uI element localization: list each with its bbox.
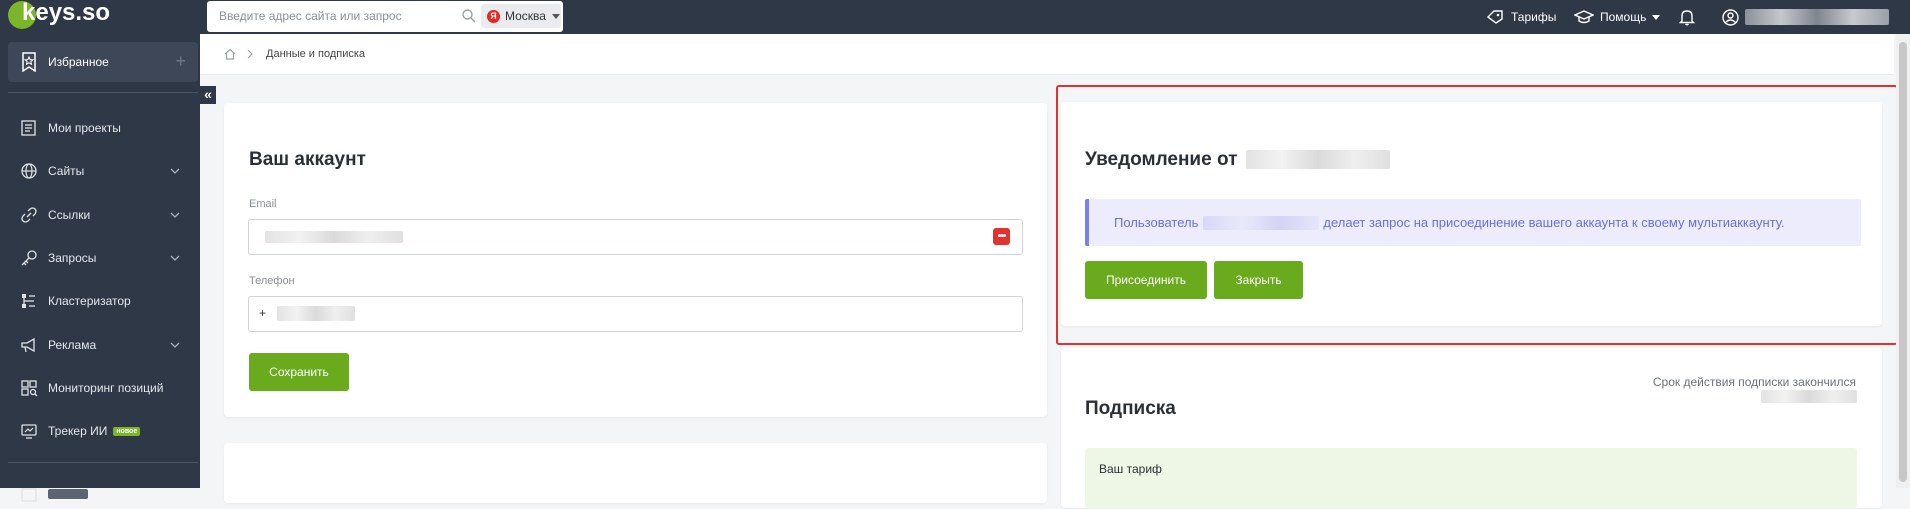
breadcrumb: Данные и подписка — [200, 34, 1894, 75]
subscription-expired-text: Срок действия подписки закончился — [1652, 375, 1856, 389]
user-name-redacted — [1745, 9, 1889, 25]
user-icon — [1722, 8, 1739, 26]
item-label-cut — [48, 489, 88, 499]
sidebar-item-label: Запросы — [48, 251, 97, 265]
lower-card — [224, 443, 1047, 503]
divider — [8, 462, 198, 463]
sender-name-redacted — [1246, 150, 1390, 169]
divider — [8, 92, 198, 93]
phone-prefix: + — [259, 306, 267, 320]
sidebar-item-ai-tracker[interactable]: Трекер ИИ новое — [0, 416, 200, 446]
key-icon — [21, 250, 37, 266]
home-icon[interactable] — [224, 48, 236, 60]
sidebar-item-monitoring[interactable]: Мониторинг позиций — [0, 373, 200, 403]
breadcrumb-current: Данные и подписка — [266, 48, 366, 60]
sidebar-item-projects[interactable]: Мои проекты — [0, 113, 200, 143]
search-box: Я Москва — [207, 1, 563, 32]
subscription-title: Подписка — [1085, 398, 1176, 419]
join-request-alert: Пользователь делает запрос на присоедине… — [1085, 199, 1861, 246]
account-title: Ваш аккаунт — [249, 149, 366, 170]
sidebar-item-label: Кластеризатор — [48, 294, 131, 308]
scrollbar-thumb[interactable] — [1899, 42, 1907, 482]
cluster-icon — [22, 294, 35, 308]
email-value-redacted — [265, 231, 403, 243]
expiry-date-redacted — [1761, 390, 1857, 403]
sidebar-item-label: Сайты — [48, 164, 85, 178]
alert-text-suffix: делает запрос на присоединение вашего ак… — [1323, 215, 1785, 230]
chevron-right-icon — [247, 49, 253, 59]
help-menu[interactable]: Помощь — [1574, 0, 1661, 34]
top-bar: keys.so Я Москва Тарифы Помощь — [0, 0, 1910, 34]
sidebar-item-ads[interactable]: Реклама — [0, 330, 200, 360]
megaphone-icon — [21, 337, 35, 353]
email-label: Email — [249, 198, 277, 210]
sidebar-item-label: Мониторинг позиций — [48, 381, 164, 395]
sidebar-item-label: Трекер ИИ — [48, 424, 108, 438]
favorites-label: Избранное — [48, 55, 109, 69]
collapse-sidebar-button[interactable]: « — [200, 86, 216, 104]
tariffs-link[interactable]: Тарифы — [1486, 0, 1556, 34]
search-icon[interactable] — [461, 8, 477, 24]
tag-icon — [1486, 10, 1503, 24]
chevron-down-icon — [170, 255, 180, 261]
region-select[interactable]: Я Москва — [481, 4, 561, 28]
scrollbar[interactable] — [1896, 34, 1910, 488]
chevron-down-icon — [170, 168, 180, 174]
search-input[interactable] — [217, 8, 461, 24]
notification-title: Уведомление от — [1085, 149, 1238, 170]
projects-icon — [21, 120, 36, 136]
help-label: Помощь — [1600, 10, 1647, 24]
close-button[interactable]: Закрыть — [1214, 261, 1303, 299]
tariff-box: Ваш тариф — [1085, 448, 1857, 508]
chevron-down-icon — [1652, 14, 1661, 20]
link-icon — [21, 207, 37, 223]
save-button[interactable]: Сохранить — [249, 353, 349, 391]
region-label: Москва — [505, 9, 546, 23]
sidebar-item-queries[interactable]: Запросы — [0, 243, 200, 273]
bell-icon — [1679, 10, 1695, 26]
sidebar-item-label: Мои проекты — [48, 121, 121, 135]
chevron-down-icon — [170, 342, 180, 348]
tariffs-label: Тарифы — [1511, 10, 1557, 24]
graduation-cap-icon — [1574, 10, 1594, 24]
sidebar-item-next[interactable] — [0, 479, 200, 509]
notifications-button[interactable] — [1679, 0, 1695, 34]
phone-label: Телефон — [249, 275, 295, 287]
tracker-icon — [21, 424, 37, 439]
monitoring-icon — [21, 380, 38, 397]
email-field[interactable]: ••• — [248, 219, 1023, 255]
sidebar-item-favorites[interactable]: Избранное + — [8, 42, 198, 82]
your-tariff-label: Ваш тариф — [1099, 462, 1162, 476]
logo[interactable]: keys.so — [8, 0, 116, 30]
user-name-redacted — [1203, 215, 1320, 230]
password-manager-icon[interactable]: ••• — [993, 228, 1010, 245]
chevron-down-icon — [170, 212, 180, 218]
yandex-icon: Я — [487, 9, 500, 23]
phone-value-redacted — [277, 306, 355, 321]
globe-icon — [21, 163, 37, 179]
add-favorite-icon[interactable]: + — [175, 52, 186, 70]
sidebar-item-label: Реклама — [48, 338, 97, 352]
sidebar-item-clusterizer[interactable]: Кластеризатор — [0, 286, 200, 316]
phone-field[interactable]: + — [248, 296, 1023, 332]
user-menu[interactable] — [1722, 0, 1889, 34]
alert-text-prefix: Пользователь — [1114, 215, 1199, 230]
bookmark-star-icon — [22, 52, 36, 72]
join-button[interactable]: Присоединить — [1085, 261, 1207, 299]
new-badge: новое — [113, 426, 141, 436]
sidebar: Избранное + Мои проекты Сайты Ссылки Зап… — [0, 34, 200, 502]
chevron-down-icon — [551, 13, 560, 19]
sidebar-item-links[interactable]: Ссылки — [0, 200, 200, 230]
sidebar-item-label: Ссылки — [48, 208, 91, 222]
logo-text: keys.so — [22, 0, 111, 26]
sidebar-item-sites[interactable]: Сайты — [0, 156, 200, 186]
